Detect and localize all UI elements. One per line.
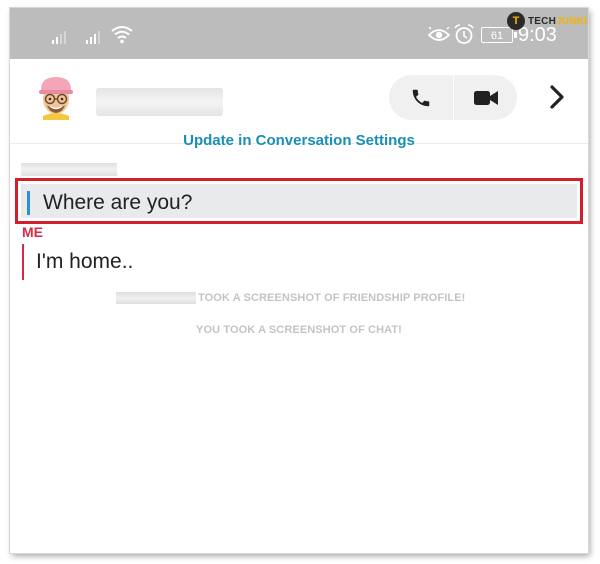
sender-label-me: ME — [22, 224, 43, 240]
sender-name-redacted — [21, 163, 117, 176]
video-icon — [474, 90, 498, 105]
avatar[interactable] — [35, 74, 77, 120]
watermark-suffix: JUNKIE — [556, 15, 588, 27]
message-highlight-box[interactable]: Where are you? — [15, 178, 583, 224]
app-window: 61 9:03 T TECHJUNKIE — [10, 8, 588, 553]
signal-icon — [86, 28, 100, 44]
techjunkie-logo: T — [507, 12, 525, 30]
video-call-button[interactable] — [465, 75, 507, 120]
message-bubble: Where are you? — [21, 184, 577, 218]
message-text: I'm home.. — [36, 250, 134, 273]
chevron-right-button[interactable] — [545, 82, 569, 112]
update-conversation-settings-link[interactable]: Update in Conversation Settings — [10, 132, 588, 149]
call-divider — [453, 75, 454, 120]
voice-call-button[interactable] — [400, 75, 442, 120]
watermark-prefix: TECH — [528, 15, 557, 27]
screenshot-notice: TOOK A SCREENSHOT OF FRIENDSHIP PROFILE! — [116, 291, 465, 305]
message-accent-bar — [22, 244, 24, 280]
contact-name-redacted — [96, 88, 223, 116]
phone-icon — [412, 89, 430, 106]
chevron-right-icon — [550, 85, 564, 109]
signal-icon — [52, 28, 66, 44]
status-bar: 61 9:03 — [10, 8, 588, 59]
screenshot-notice: YOU TOOK A SCREENSHOT OF CHAT! — [196, 324, 402, 336]
notice-name-redacted — [116, 292, 196, 304]
message-item[interactable]: I'm home.. — [22, 244, 562, 280]
watermark-text: TECHJUNKIE — [528, 16, 588, 27]
wifi-icon — [111, 26, 133, 44]
notice-text: TOOK A SCREENSHOT OF FRIENDSHIP PROFILE! — [198, 292, 466, 304]
message-accent-bar — [27, 191, 30, 215]
techjunkie-watermark: T TECHJUNKIE — [507, 12, 588, 30]
message-text: Where are you? — [43, 191, 193, 214]
eye-icon — [428, 27, 450, 41]
alarm-icon — [454, 24, 474, 44]
